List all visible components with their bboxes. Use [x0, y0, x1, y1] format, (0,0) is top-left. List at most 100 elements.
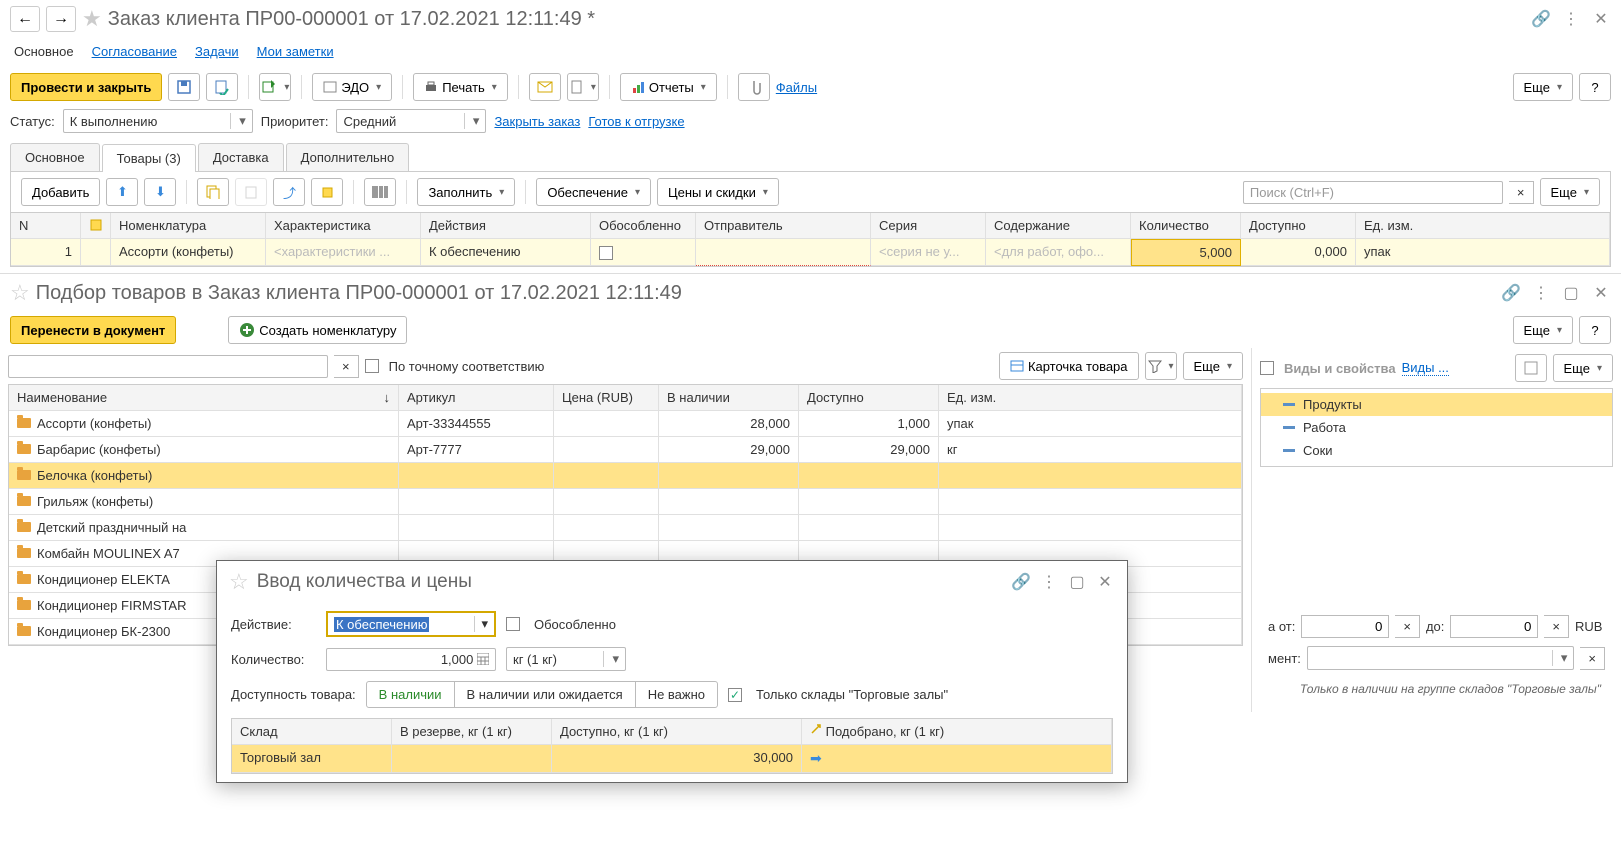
types-checkbox[interactable]: [1260, 361, 1274, 375]
pick-row[interactable]: Белочка (конфеты): [9, 463, 1242, 489]
from-clear[interactable]: ×: [1395, 615, 1420, 638]
col-avail2[interactable]: Доступно: [799, 385, 939, 411]
subnav-notes[interactable]: Мои заметки: [257, 44, 334, 59]
tab-main[interactable]: Основное: [10, 143, 100, 171]
goods-row[interactable]: 1 Ассорти (конфеты) <характеристики ... …: [11, 239, 1610, 266]
move-down-button[interactable]: ⬇: [144, 178, 176, 206]
col-content[interactable]: Содержание: [986, 213, 1131, 239]
col-qty[interactable]: Количество: [1131, 213, 1241, 239]
pick-row[interactable]: Ассорти (конфеты)Арт-3334455528,0001,000…: [9, 411, 1242, 437]
col-unit[interactable]: Ед. изм.: [1356, 213, 1610, 239]
help-button[interactable]: ?: [1579, 73, 1611, 101]
tree-item-juice[interactable]: Соки: [1261, 439, 1612, 462]
goods-more-button[interactable]: Еще: [1540, 178, 1600, 206]
pick-link-icon[interactable]: 🔗: [1501, 283, 1521, 303]
prices-button[interactable]: Цены и скидки: [657, 178, 779, 206]
col-n[interactable]: N: [11, 213, 81, 239]
ready-ship-link[interactable]: Готов к отгрузке: [588, 114, 684, 129]
modal-more-icon[interactable]: ⋮: [1039, 572, 1059, 592]
favorite-star-icon[interactable]: ★: [82, 6, 102, 32]
copy-button[interactable]: [197, 178, 229, 206]
filter-button[interactable]: [1145, 352, 1177, 380]
barcode-button[interactable]: [364, 178, 396, 206]
to-clear[interactable]: ×: [1544, 615, 1569, 638]
types-link[interactable]: Виды ...: [1402, 360, 1449, 376]
price-to-input[interactable]: [1450, 615, 1538, 638]
import-button[interactable]: [311, 178, 343, 206]
mcol-avail[interactable]: Доступно, кг (1 кг): [552, 719, 802, 745]
pick-left-more[interactable]: Еще: [1183, 352, 1243, 380]
add-button[interactable]: Добавить: [21, 178, 100, 206]
col-name[interactable]: Наименование↓: [9, 385, 399, 411]
close-order-link[interactable]: Закрыть заказ: [494, 114, 580, 129]
col-series[interactable]: Серия: [871, 213, 986, 239]
seg-instock[interactable]: В наличии: [367, 682, 455, 707]
save-button[interactable]: [168, 73, 200, 101]
pick-row[interactable]: Грильяж (конфеты): [9, 489, 1242, 515]
col-char[interactable]: Характеристика: [266, 213, 421, 239]
provide-button[interactable]: Обеспечение: [536, 178, 651, 206]
subnav-tasks[interactable]: Задачи: [195, 44, 239, 59]
link-icon[interactable]: 🔗: [1531, 9, 1551, 29]
transfer-button[interactable]: Перенести в документ: [10, 316, 176, 344]
post-and-close-button[interactable]: Провести и закрыть: [10, 73, 162, 101]
tab-goods[interactable]: Товары (3): [102, 144, 196, 172]
pick-star-icon[interactable]: ☆: [10, 280, 30, 306]
pick-close-icon[interactable]: ✕: [1591, 283, 1611, 303]
create-nomen-button[interactable]: Создать номенклатуру: [228, 316, 407, 344]
more-vert-icon[interactable]: ⋮: [1561, 9, 1581, 29]
modal-star-icon[interactable]: ☆: [229, 569, 249, 595]
col-avail[interactable]: Доступно: [1241, 213, 1356, 239]
pick-row[interactable]: Детский праздничный на: [9, 515, 1242, 541]
share-button[interactable]: ⤴: [273, 178, 305, 206]
ment-clear[interactable]: ×: [1580, 647, 1605, 670]
seg-any[interactable]: Не важно: [636, 682, 717, 707]
pick-more-icon[interactable]: ⋮: [1531, 283, 1551, 303]
exact-match-checkbox[interactable]: [365, 359, 379, 373]
mcol-picked[interactable]: Подобрано, кг (1 кг): [802, 719, 1112, 745]
modal-row[interactable]: Торговый зал 30,000 ➡: [232, 745, 1112, 773]
pick-search-input[interactable]: [8, 355, 328, 378]
subnav-approval[interactable]: Согласование: [92, 44, 177, 59]
isolated-checkbox[interactable]: [599, 246, 613, 260]
qty-input[interactable]: 1,000: [326, 648, 496, 671]
unit-select[interactable]: кг (1 кг)▾: [506, 647, 626, 671]
status-select[interactable]: К выполнению▾: [63, 109, 253, 133]
move-up-button[interactable]: ⬆: [106, 178, 138, 206]
col-sender[interactable]: Отправитель: [696, 213, 871, 239]
col-article[interactable]: Артикул: [399, 385, 554, 411]
modal-close-icon[interactable]: ✕: [1095, 572, 1115, 592]
right-more-button[interactable]: Еще: [1553, 354, 1613, 382]
ment-select[interactable]: ▾: [1307, 646, 1574, 670]
tab-additional[interactable]: Дополнительно: [286, 143, 410, 171]
product-card-button[interactable]: Карточка товара: [999, 352, 1139, 380]
modal-max-icon[interactable]: ▢: [1067, 572, 1087, 592]
col-unit2[interactable]: Ед. изм.: [939, 385, 1242, 411]
subnav-main[interactable]: Основное: [14, 44, 74, 59]
forward-button[interactable]: →: [46, 6, 76, 32]
col-nomen[interactable]: Номенклатура: [111, 213, 266, 239]
pick-help-button[interactable]: ?: [1579, 316, 1611, 344]
close-icon[interactable]: ✕: [1591, 9, 1611, 29]
back-button[interactable]: ←: [10, 6, 40, 32]
qty-cell[interactable]: 5,000: [1131, 239, 1241, 266]
mcol-warehouse[interactable]: Склад: [232, 719, 392, 745]
pick-row[interactable]: Барбарис (конфеты)Арт-777729,00029,000кг: [9, 437, 1242, 463]
attach-button[interactable]: [738, 73, 770, 101]
create-based-on-button[interactable]: [259, 73, 291, 101]
tab-delivery[interactable]: Доставка: [198, 143, 284, 171]
arrow-right-icon[interactable]: ➡: [810, 750, 822, 766]
reports-button[interactable]: Отчеты: [620, 73, 717, 101]
seg-expected[interactable]: В наличии или ожидается: [455, 682, 636, 707]
price-from-input[interactable]: [1301, 615, 1389, 638]
mcol-reserve[interactable]: В резерве, кг (1 кг): [392, 719, 552, 745]
priority-select[interactable]: Средний▾: [336, 109, 486, 133]
trade-halls-checkbox[interactable]: [728, 688, 742, 702]
col-icon[interactable]: [81, 213, 111, 239]
email-button[interactable]: [529, 73, 561, 101]
more-button[interactable]: Еще: [1513, 73, 1573, 101]
modal-isolated-checkbox[interactable]: [506, 617, 520, 631]
tree-item-products[interactable]: Продукты: [1261, 393, 1612, 416]
pick-max-icon[interactable]: ▢: [1561, 283, 1581, 303]
doc-menu-button[interactable]: [567, 73, 599, 101]
